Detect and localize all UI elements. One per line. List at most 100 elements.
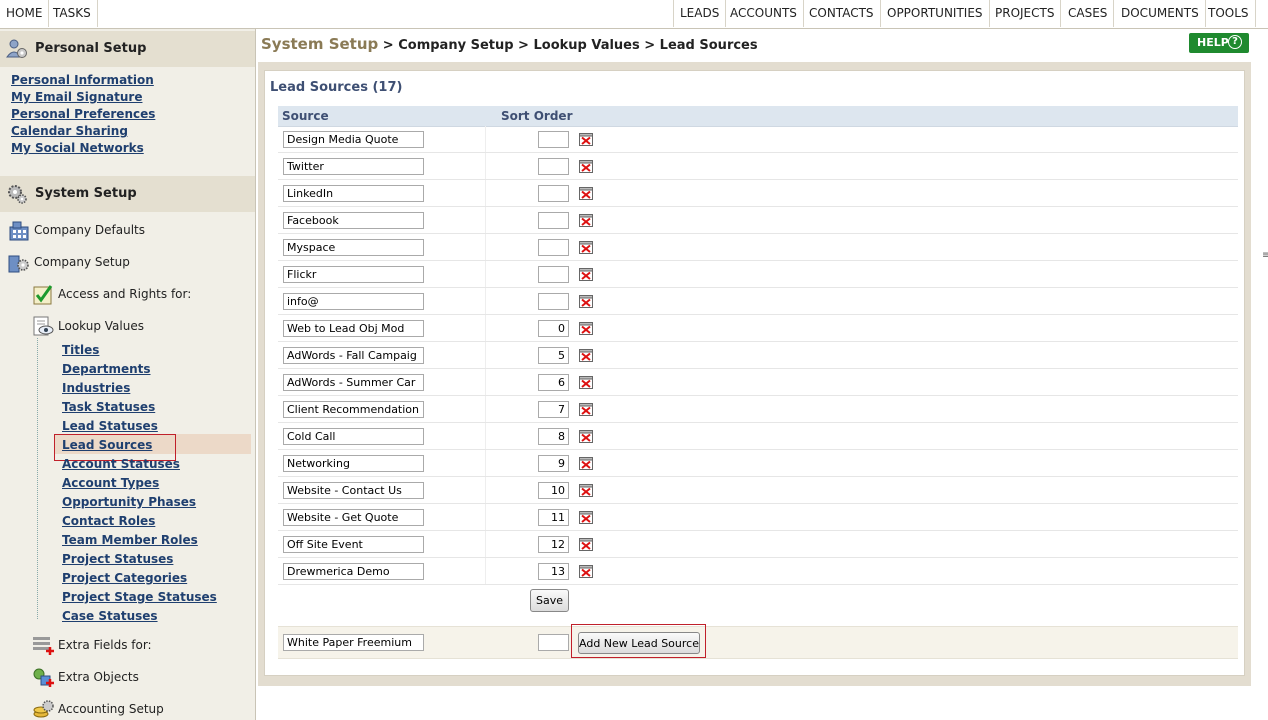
column-divider — [485, 180, 486, 206]
lookup-link-industries[interactable]: Industries — [62, 381, 130, 395]
delete-icon[interactable] — [578, 509, 594, 525]
link-personal-preferences[interactable]: Personal Preferences — [11, 107, 155, 121]
nav-contacts[interactable]: CONTACTS — [803, 0, 881, 27]
sort-order-input[interactable] — [538, 374, 569, 391]
sort-order-input[interactable] — [538, 536, 569, 553]
new-source-input[interactable] — [283, 634, 424, 651]
save-button[interactable]: Save — [530, 589, 569, 612]
nav-tools[interactable]: TOOLS — [1202, 0, 1256, 27]
source-input[interactable] — [283, 428, 424, 445]
sort-order-input[interactable] — [538, 212, 569, 229]
lookup-link-case-statuses[interactable]: Case Statuses — [62, 609, 158, 623]
lookup-link-account-statuses[interactable]: Account Statuses — [62, 457, 180, 471]
source-input[interactable] — [283, 131, 424, 148]
delete-icon[interactable] — [578, 455, 594, 471]
sort-order-input[interactable] — [538, 455, 569, 472]
delete-icon[interactable] — [578, 347, 594, 363]
delete-icon[interactable] — [578, 320, 594, 336]
lookup-link-lead-sources[interactable]: Lead Sources — [62, 438, 152, 452]
delete-icon[interactable] — [578, 158, 594, 174]
delete-icon[interactable] — [578, 374, 594, 390]
breadcrumb-root[interactable]: System Setup — [261, 35, 378, 53]
new-sort-order-input[interactable] — [538, 634, 569, 651]
link-email-signature[interactable]: My Email Signature — [11, 90, 142, 104]
delete-icon[interactable] — [578, 185, 594, 201]
sort-order-input[interactable] — [538, 131, 569, 148]
delete-icon[interactable] — [578, 293, 594, 309]
sort-order-input[interactable] — [538, 428, 569, 445]
source-input[interactable] — [283, 239, 424, 256]
delete-icon[interactable] — [578, 563, 594, 579]
column-divider — [485, 342, 486, 368]
source-input[interactable] — [283, 158, 424, 175]
source-input[interactable] — [283, 482, 424, 499]
nav-tasks[interactable]: TASKS — [47, 0, 98, 27]
column-divider — [485, 288, 486, 314]
link-calendar-sharing[interactable]: Calendar Sharing — [11, 124, 128, 138]
sort-order-input[interactable] — [538, 293, 569, 310]
system-setup-gear-icon — [8, 185, 27, 204]
sort-order-input[interactable] — [538, 563, 569, 580]
lookup-link-project-categories[interactable]: Project Categories — [62, 571, 187, 585]
lookup-link-contact-roles[interactable]: Contact Roles — [62, 514, 155, 528]
source-input[interactable] — [283, 266, 424, 283]
lookup-link-lead-statuses[interactable]: Lead Statuses — [62, 419, 158, 433]
personal-setup-title: Personal Setup — [35, 41, 147, 56]
delete-icon[interactable] — [578, 428, 594, 444]
nav-documents[interactable]: DOCUMENTS — [1115, 0, 1206, 27]
source-input[interactable] — [283, 401, 424, 418]
nav-leads[interactable]: LEADS — [673, 0, 727, 27]
delete-icon[interactable] — [578, 536, 594, 552]
nav-projects[interactable]: PROJECTS — [989, 0, 1062, 27]
link-personal-information[interactable]: Personal Information — [11, 73, 154, 87]
delete-icon[interactable] — [578, 239, 594, 255]
nav-cases[interactable]: CASES — [1062, 0, 1115, 27]
lookup-link-titles[interactable]: Titles — [62, 343, 99, 357]
nav-opportunities[interactable]: OPPORTUNITIES — [881, 0, 990, 27]
source-input[interactable] — [283, 185, 424, 202]
sort-order-input[interactable] — [538, 401, 569, 418]
sort-order-input[interactable] — [538, 482, 569, 499]
lookup-link-project-statuses[interactable]: Project Statuses — [62, 552, 173, 566]
sort-order-input[interactable] — [538, 320, 569, 337]
source-input[interactable] — [283, 374, 424, 391]
sort-order-input[interactable] — [538, 266, 569, 283]
lookup-link-account-types[interactable]: Account Types — [62, 476, 159, 490]
building-icon — [9, 221, 29, 241]
sort-order-input[interactable] — [538, 509, 569, 526]
delete-icon[interactable] — [578, 212, 594, 228]
delete-icon[interactable] — [578, 266, 594, 282]
source-input[interactable] — [283, 536, 424, 553]
nav-home[interactable]: HOME — [0, 0, 50, 27]
lookup-link-departments[interactable]: Departments — [62, 362, 151, 376]
help-button[interactable]: HELP ? — [1189, 33, 1249, 53]
sort-order-input[interactable] — [538, 347, 569, 364]
delete-icon[interactable] — [578, 482, 594, 498]
delete-icon[interactable] — [578, 131, 594, 147]
nav-accounts[interactable]: ACCOUNTS — [724, 0, 804, 27]
lookup-link-team-member-roles[interactable]: Team Member Roles — [62, 533, 198, 547]
source-input[interactable] — [283, 347, 424, 364]
lookup-link-task-statuses[interactable]: Task Statuses — [62, 400, 155, 414]
lookup-link-opportunity-phases[interactable]: Opportunity Phases — [62, 495, 196, 509]
source-input[interactable] — [283, 509, 424, 526]
sort-order-input[interactable] — [538, 185, 569, 202]
source-input[interactable] — [283, 563, 424, 580]
lookup-link-project-stage-statuses[interactable]: Project Stage Statuses — [62, 590, 217, 604]
add-button-highlight-box — [571, 624, 706, 658]
delete-icon[interactable] — [578, 401, 594, 417]
column-divider — [485, 234, 486, 260]
help-label: HELP — [1197, 36, 1229, 49]
source-input[interactable] — [283, 320, 424, 337]
source-input[interactable] — [283, 455, 424, 472]
sort-order-input[interactable] — [538, 239, 569, 256]
table-row — [278, 288, 1238, 315]
panel-title: Lead Sources (17) — [270, 80, 403, 95]
link-social-networks[interactable]: My Social Networks — [11, 141, 144, 155]
source-input[interactable] — [283, 212, 424, 229]
system-setup-title: System Setup — [35, 186, 137, 201]
splitter-handle-icon[interactable]: ≡ — [1262, 250, 1268, 261]
sort-order-input[interactable] — [538, 158, 569, 175]
system-setup-header: System Setup — [0, 176, 255, 212]
source-input[interactable] — [283, 293, 424, 310]
